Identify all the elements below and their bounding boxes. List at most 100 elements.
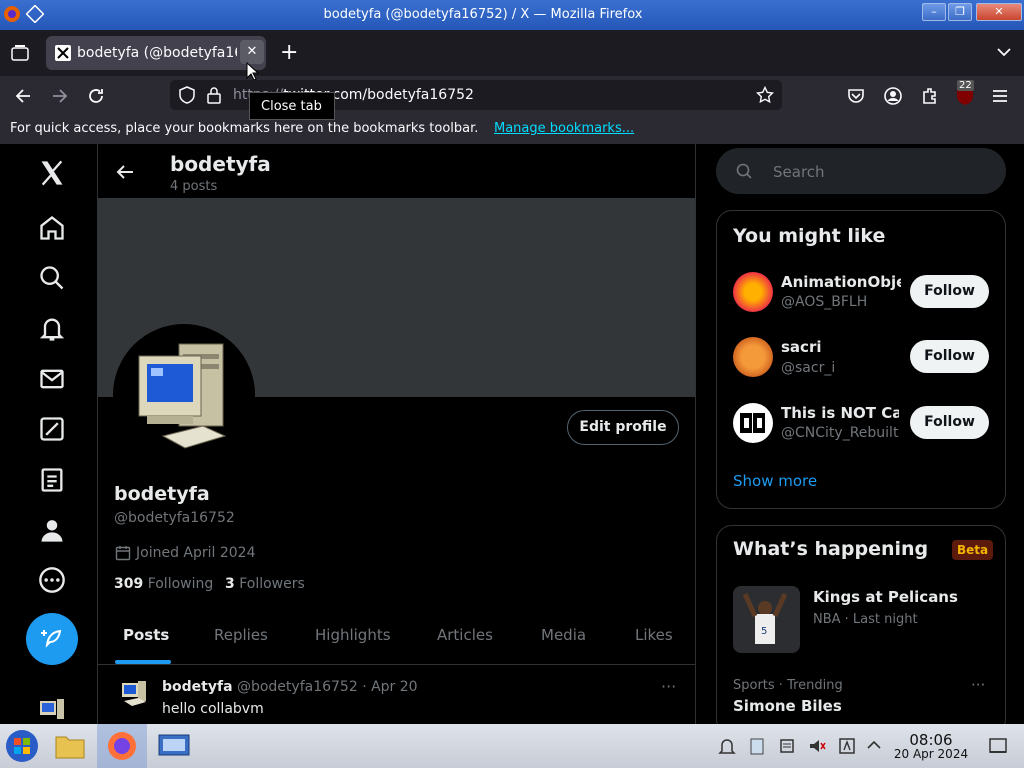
calendar-icon: [115, 546, 131, 561]
event-image[interactable]: 5: [733, 586, 800, 653]
tab-replies[interactable]: Replies: [214, 626, 268, 644]
control-panel-icon[interactable]: [157, 732, 191, 760]
close-tab-button[interactable]: ✕: [240, 40, 264, 64]
search-placeholder: Search: [773, 163, 825, 181]
menu-icon[interactable]: [991, 87, 1009, 105]
suggested-user-name[interactable]: This is NOT Carto: [781, 404, 899, 422]
whats-happening-title: What’s happening: [733, 538, 929, 560]
beta-badge: Beta: [952, 540, 994, 560]
home-icon[interactable]: [38, 214, 66, 242]
profile-icon[interactable]: [38, 516, 66, 544]
start-menu-icon[interactable]: [4, 728, 40, 764]
trend-name[interactable]: Simone Biles: [733, 697, 842, 715]
cn-logo-icon: [740, 413, 765, 433]
tab-highlights[interactable]: Highlights: [315, 626, 391, 644]
extensions-icon[interactable]: [920, 86, 940, 106]
close-window-button[interactable]: ✕: [976, 3, 1022, 21]
header-post-count: 4 posts: [170, 179, 218, 194]
basketball-player-icon: 5: [742, 592, 788, 644]
messages-envelope-icon[interactable]: [38, 365, 66, 393]
lock-icon[interactable]: [206, 86, 222, 104]
who-to-follow-card: You might like AnimationObjec @AOS_BFLH …: [716, 210, 1006, 509]
follow-button[interactable]: Follow: [910, 275, 989, 308]
suggested-user-name[interactable]: AnimationObjec: [781, 273, 901, 291]
firefox-taskbar-icon: [108, 732, 136, 760]
search-input[interactable]: Search: [716, 148, 1006, 194]
bookmark-star-icon[interactable]: [756, 86, 774, 104]
tab-likes[interactable]: Likes: [635, 626, 673, 644]
grok-icon[interactable]: [38, 415, 66, 443]
account-icon[interactable]: [883, 86, 903, 106]
clipboard-tray-icon[interactable]: [748, 737, 766, 755]
forward-icon[interactable]: [51, 87, 69, 105]
trend-more-button[interactable]: ···: [971, 676, 985, 694]
profile-avatar[interactable]: [113, 324, 255, 466]
pocket-icon[interactable]: [847, 87, 865, 105]
shield-icon[interactable]: [178, 86, 196, 104]
suggested-user-handle: @sacr_i: [781, 360, 836, 376]
profile-handle: @bodetyfa16752: [114, 510, 235, 526]
post-item[interactable]: bodetyfa @bodetyfa16752 · Apr 20 ··· hel…: [98, 665, 695, 724]
input-method-icon[interactable]: [838, 737, 856, 755]
event-title[interactable]: Kings at Pelicans: [813, 588, 958, 606]
post-author-name[interactable]: bodetyfa: [162, 679, 233, 695]
joined-date: Joined April 2024: [136, 545, 256, 561]
chevron-down-icon[interactable]: [996, 46, 1012, 58]
manage-bookmarks-link[interactable]: Manage bookmarks...: [494, 121, 634, 136]
show-more-link[interactable]: Show more: [733, 472, 817, 490]
post-more-button[interactable]: ···: [661, 677, 676, 696]
profile-column: bodetyfa 4 posts Edit profile bodetyfa @…: [97, 144, 696, 724]
back-arrow-icon[interactable]: [115, 163, 135, 181]
back-icon[interactable]: [14, 87, 32, 105]
feather-plus-icon: [41, 629, 62, 648]
explore-search-icon[interactable]: [38, 264, 66, 292]
user-avatar[interactable]: [733, 403, 773, 443]
mouse-cursor-icon: [246, 62, 260, 81]
more-icon[interactable]: [38, 566, 66, 594]
tray-expand-chevron-icon[interactable]: [866, 738, 882, 752]
svg-text:5: 5: [761, 626, 767, 637]
tab-articles[interactable]: Articles: [437, 626, 493, 644]
new-tab-button[interactable]: +: [280, 40, 298, 65]
suggested-user-name[interactable]: sacri: [781, 338, 821, 356]
follow-button[interactable]: Follow: [910, 340, 989, 373]
user-avatar[interactable]: [733, 272, 773, 312]
tab-posts[interactable]: Posts: [123, 626, 169, 644]
following-link[interactable]: 309 Following: [114, 576, 213, 592]
tab-title: bodetyfa (@bodetyfa16: [77, 45, 237, 61]
suggested-user-handle: @CNCity_Rebuilt: [781, 425, 899, 441]
suggested-user-handle: @AOS_BFLH: [781, 294, 868, 310]
computer-avatar-icon: [40, 699, 64, 719]
show-desktop-icon[interactable]: [988, 737, 1008, 755]
maximize-button[interactable]: ❐: [948, 3, 972, 21]
minimize-button[interactable]: –: [922, 3, 946, 21]
tab-media[interactable]: Media: [541, 626, 586, 644]
tab-twitter[interactable]: bodetyfa (@bodetyfa16 ✕: [46, 36, 266, 70]
followers-count: 3: [225, 576, 235, 592]
left-sidebar: [0, 144, 97, 724]
lists-icon[interactable]: [38, 466, 66, 494]
post-text: hello collabvm: [162, 701, 264, 717]
network-tray-icon[interactable]: [778, 737, 796, 755]
compose-post-button[interactable]: [26, 613, 78, 665]
clock-date[interactable]: 20 Apr 2024: [891, 747, 971, 761]
notification-tray-icon[interactable]: [718, 737, 736, 755]
header-name: bodetyfa: [170, 152, 271, 176]
whats-happening-card: What’s happening Beta 5 Kings at Pelican…: [716, 525, 1006, 735]
followers-link[interactable]: 3 Followers: [225, 576, 305, 592]
file-manager-icon[interactable]: [54, 732, 86, 760]
tab-overview-icon[interactable]: [11, 44, 29, 62]
notifications-bell-icon[interactable]: [38, 315, 66, 343]
taskbar-firefox-button[interactable]: [97, 724, 147, 768]
bookmarks-message: For quick access, place your bookmarks h…: [10, 121, 479, 136]
x-logo-icon[interactable]: [38, 159, 66, 187]
volume-muted-icon[interactable]: [808, 737, 826, 755]
follow-button[interactable]: Follow: [910, 406, 989, 439]
taskbar: 08:06 20 Apr 2024: [0, 724, 1024, 768]
edit-profile-button[interactable]: Edit profile: [567, 410, 679, 445]
post-avatar-icon[interactable]: [118, 677, 150, 709]
account-switcher-avatar[interactable]: [38, 697, 66, 724]
user-avatar[interactable]: [733, 337, 773, 377]
reload-icon[interactable]: [87, 87, 105, 105]
tab-strip: bodetyfa (@bodetyfa16 ✕ +: [0, 30, 1024, 76]
